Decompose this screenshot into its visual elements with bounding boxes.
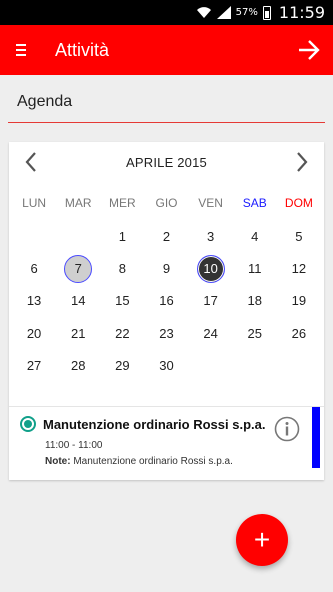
calendar-day[interactable]: 23: [144, 317, 188, 349]
weekday-row: LUN MAR MER GIO VEN SAB DOM: [12, 196, 321, 210]
section-title: Agenda: [17, 93, 73, 110]
calendar-day-number: 5: [295, 228, 303, 244]
calendar-day-number: 18: [247, 293, 262, 309]
calendar-day-number: 24: [203, 325, 218, 341]
calendar-day-number: 20: [26, 325, 42, 341]
event-item[interactable]: Manutenzione ordinario Rossi s.p.a. 11:0…: [9, 406, 324, 468]
event-note: Note: Manutenzione ordinario Rossi s.p.a…: [45, 456, 233, 467]
calendar-day-number: 14: [70, 293, 86, 309]
calendar-day-number: 17: [203, 293, 218, 309]
calendar-day[interactable]: 16: [144, 285, 188, 317]
weekday-label: GIO: [155, 196, 178, 210]
calendar-day[interactable]: 10: [189, 252, 233, 284]
calendar-day-number: 27: [26, 358, 42, 374]
arrow-forward-icon[interactable]: [297, 39, 321, 61]
calendar-day[interactable]: 14: [56, 285, 100, 317]
event-note-label: Note:: [45, 456, 71, 467]
calendar-day[interactable]: 7: [56, 252, 100, 284]
calendar-day[interactable]: 18: [233, 285, 277, 317]
app-title: Attività: [55, 39, 110, 60]
calendar-day[interactable]: 9: [144, 252, 188, 284]
calendar-day-number: 1: [118, 228, 126, 244]
calendar-day-number: 25: [247, 325, 262, 341]
calendar-day-number: 2: [162, 228, 171, 244]
calendar-day[interactable]: 15: [100, 285, 144, 317]
calendar-day[interactable]: 21: [56, 317, 100, 349]
calendar-day[interactable]: 3: [189, 220, 233, 252]
signal-icon: [216, 6, 231, 19]
chevron-right-icon[interactable]: [292, 150, 312, 174]
calendar-day-number: 9: [162, 261, 171, 277]
calendar-day[interactable]: 5: [277, 220, 321, 252]
status-bar: 57% 11:59: [0, 0, 333, 25]
empty-day-cell: [12, 220, 56, 252]
battery-percent: 57%: [235, 7, 258, 18]
wifi-icon: [196, 6, 211, 18]
status-clock: 11:59: [278, 3, 325, 22]
info-icon[interactable]: [274, 416, 300, 442]
calendar-day[interactable]: 12: [277, 252, 321, 284]
weekday-label: DOM: [284, 196, 313, 210]
calendar-day-number: 15: [115, 293, 130, 309]
battery-icon: [262, 5, 271, 20]
calendar-day[interactable]: 24: [189, 317, 233, 349]
calendar-day[interactable]: 4: [233, 220, 277, 252]
calendar-day[interactable]: 19: [277, 285, 321, 317]
weekday-label: SAB: [242, 196, 267, 210]
calendar-day[interactable]: 25: [233, 317, 277, 349]
calendar-day-number: 22: [115, 325, 130, 341]
calendar-day[interactable]: 8: [100, 252, 144, 284]
calendar-day[interactable]: 2: [144, 220, 188, 252]
calendar-day[interactable]: 13: [12, 285, 56, 317]
calendar-day-number: 19: [291, 293, 307, 309]
calendar-day-number: 26: [291, 325, 307, 341]
calendar-day-number: 12: [291, 261, 307, 277]
event-color-bar: [312, 407, 320, 468]
calendar-day[interactable]: 6: [12, 252, 56, 284]
calendar-day[interactable]: 22: [100, 317, 144, 349]
calendar-day[interactable]: 29: [100, 350, 144, 382]
calendar-header: APRILE 2015: [9, 142, 324, 182]
calendar-day-number: 16: [159, 293, 174, 309]
event-time: 11:00 - 11:00: [45, 440, 103, 451]
calendar-day-number: 30: [159, 358, 174, 374]
calendar-day[interactable]: 17: [189, 285, 233, 317]
calendar-day-number: 8: [118, 261, 126, 277]
weekday-label: MAR: [64, 196, 92, 210]
calendar-day-number: 23: [159, 325, 174, 341]
event-note-text: Manutenzione ordinario Rossi s.p.a.: [73, 456, 233, 467]
calendar-day[interactable]: 1: [100, 220, 144, 252]
calendar-day[interactable]: 30: [144, 350, 188, 382]
calendar-day-number: 6: [30, 261, 38, 277]
calendar-day[interactable]: 11: [233, 252, 277, 284]
calendar-day[interactable]: 26: [277, 317, 321, 349]
month-label: APRILE 2015: [126, 155, 207, 170]
calendar-day-number: 13: [26, 293, 42, 309]
calendar-day-number: 3: [207, 228, 215, 244]
event-title: Manutenzione ordinario Rossi s.p.a.: [43, 417, 266, 432]
radio-checked-icon[interactable]: [20, 416, 36, 432]
menu-icon[interactable]: [16, 44, 28, 56]
calendar-day-number: 11: [248, 261, 262, 277]
app-bar: Attività: [0, 25, 333, 75]
add-icon: +: [253, 524, 271, 555]
calendar-day[interactable]: 20: [12, 317, 56, 349]
weekday-label: LUN: [22, 196, 47, 210]
calendar-day-number: 29: [115, 358, 130, 374]
calendar-day-number: 4: [251, 228, 259, 244]
empty-day-cell: [56, 220, 100, 252]
calendar-card: APRILE 2015 LUN MAR MER GIO VEN SAB DOM 123456…: [9, 142, 324, 480]
day-grid: 1 2 3 4 5 6 7 8 9 10 11 12 13 14 15 16 17 18 19 20 21 22 23 24 2…: [12, 220, 321, 382]
calendar-day[interactable]: 28: [56, 350, 100, 382]
calendar-day-number: 7: [64, 254, 93, 283]
add-event-button[interactable]: +: [236, 514, 288, 566]
calendar-day-number: 28: [70, 358, 86, 374]
calendar-day[interactable]: 27: [12, 350, 56, 382]
weekday-label: VEN: [198, 196, 223, 210]
weekday-label: MER: [109, 196, 136, 210]
calendar-day-number: 10: [196, 254, 225, 283]
calendar-day-number: 21: [70, 325, 86, 341]
section-divider: [8, 122, 325, 123]
